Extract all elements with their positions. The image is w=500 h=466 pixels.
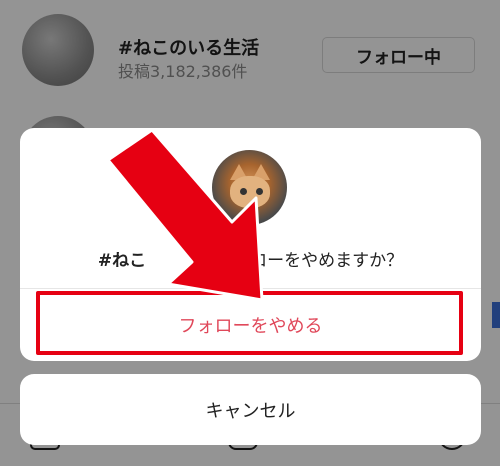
cancel-button[interactable]: キャンセル — [20, 374, 481, 445]
message-question: フォローをやめますか？ — [216, 251, 404, 271]
message-hashtag: #ねこ — [97, 251, 147, 271]
confirm-message: #ねこ フォローをやめますか？ — [20, 246, 481, 271]
cat-eye — [256, 188, 263, 195]
highlight-box — [36, 291, 463, 355]
hashtag-avatar — [212, 150, 287, 225]
cat-face — [230, 176, 270, 208]
cat-eye — [240, 188, 247, 195]
